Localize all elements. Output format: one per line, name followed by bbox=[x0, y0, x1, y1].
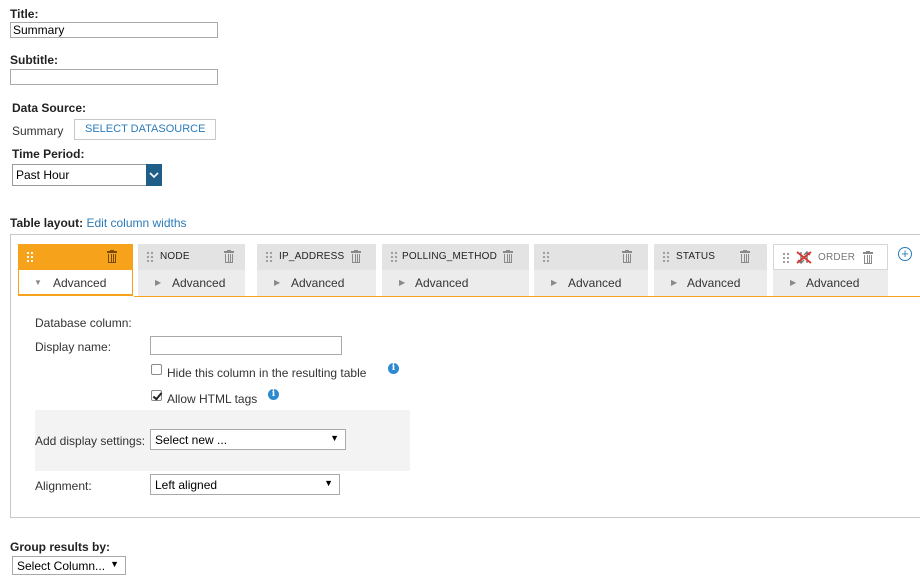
advanced-label: Advanced bbox=[53, 276, 107, 290]
caret-down-icon: ▼ bbox=[330, 433, 339, 443]
add-column-icon[interactable]: + bbox=[898, 247, 912, 261]
caret-right-icon: ▶ bbox=[671, 278, 678, 287]
time-period-label: Time Period: bbox=[12, 147, 85, 161]
column-name: ORDER bbox=[818, 252, 856, 263]
trash-icon[interactable] bbox=[224, 250, 234, 263]
time-period-value: Past Hour bbox=[16, 168, 70, 182]
caret-right-icon: ▶ bbox=[155, 278, 162, 287]
alignment-select[interactable]: Left aligned ▼ bbox=[150, 474, 340, 495]
subtitle-input[interactable] bbox=[10, 69, 218, 85]
column-header-node[interactable]: NODE bbox=[138, 244, 245, 270]
drag-handle-icon[interactable] bbox=[146, 251, 154, 263]
alignment-value: Left aligned bbox=[155, 478, 218, 492]
column-header-status[interactable]: STATUS bbox=[654, 244, 767, 270]
column-header-order[interactable]: ORDER bbox=[773, 244, 888, 270]
subtitle-label: Subtitle: bbox=[10, 53, 58, 67]
allow-html-checkbox[interactable] bbox=[151, 390, 162, 401]
advanced-label: Advanced bbox=[415, 276, 469, 290]
trash-icon[interactable] bbox=[107, 250, 117, 263]
column-advanced-toggle-5[interactable]: ▶ Advanced bbox=[534, 270, 648, 296]
column-name: NODE bbox=[160, 251, 190, 262]
column-header-1[interactable] bbox=[18, 244, 133, 270]
edit-column-widths-link[interactable]: Edit column widths bbox=[86, 216, 186, 230]
trash-icon[interactable] bbox=[622, 250, 632, 263]
caret-down-icon: ▼ bbox=[34, 278, 42, 287]
column-name: POLLING_METHOD bbox=[402, 251, 498, 262]
table-layout-heading: Table layout: Edit column widths bbox=[10, 216, 187, 230]
group-by-select[interactable]: Select Column... ▼ bbox=[12, 556, 126, 575]
caret-down-icon: ▼ bbox=[110, 559, 119, 569]
trash-icon[interactable] bbox=[503, 250, 513, 263]
column-name: IP_ADDRESS bbox=[279, 251, 345, 262]
allow-html-label: Allow HTML tags bbox=[167, 392, 258, 406]
advanced-label: Advanced bbox=[291, 276, 345, 290]
data-source-label: Data Source: bbox=[12, 101, 87, 115]
group-by-value: Select Column... bbox=[17, 559, 106, 573]
column-advanced-toggle-node[interactable]: ▶ Advanced bbox=[138, 270, 245, 296]
chevron-down-icon[interactable] bbox=[146, 164, 162, 186]
column-header-polling-method[interactable]: POLLING_METHOD bbox=[382, 244, 529, 270]
database-column-label: Database column: bbox=[35, 316, 132, 330]
trash-icon[interactable] bbox=[351, 250, 361, 263]
column-advanced-toggle-ip-address[interactable]: ▶ Advanced bbox=[257, 270, 376, 296]
trash-icon[interactable] bbox=[740, 250, 750, 263]
hide-column-label: Hide this column in the resulting table bbox=[167, 366, 367, 380]
display-name-input[interactable] bbox=[150, 336, 342, 355]
column-advanced-toggle-order[interactable]: ▶ Advanced bbox=[773, 270, 888, 296]
select-datasource-button[interactable]: SELECT DATASOURCE bbox=[74, 119, 217, 140]
drag-handle-icon[interactable] bbox=[390, 251, 398, 263]
title-input[interactable] bbox=[10, 22, 218, 38]
advanced-label: Advanced bbox=[687, 276, 741, 290]
advanced-label: Advanced bbox=[172, 276, 226, 290]
column-advanced-toggle-status[interactable]: ▶ Advanced bbox=[654, 270, 767, 296]
column-name: STATUS bbox=[676, 251, 716, 262]
tab-divider bbox=[134, 296, 920, 297]
add-display-settings-label: Add display settings: bbox=[35, 434, 146, 448]
display-settings-value: Select new ... bbox=[155, 433, 228, 447]
caret-right-icon: ▶ bbox=[274, 278, 281, 287]
data-source-value: Summary bbox=[12, 124, 64, 138]
alignment-label: Alignment: bbox=[35, 479, 92, 493]
info-icon[interactable]: i bbox=[388, 363, 399, 374]
drag-handle-icon[interactable] bbox=[782, 252, 790, 264]
column-advanced-toggle-polling-method[interactable]: ▶ Advanced bbox=[382, 270, 529, 296]
column-advanced-toggle-1[interactable]: ▼ Advanced bbox=[18, 270, 133, 296]
hide-column-checkbox[interactable] bbox=[151, 364, 162, 375]
display-settings-select[interactable]: Select new ... ▼ bbox=[150, 429, 346, 450]
drag-handle-icon[interactable] bbox=[265, 251, 273, 263]
title-label: Title: bbox=[10, 7, 39, 21]
drag-handle-icon[interactable] bbox=[542, 251, 550, 263]
group-results-label: Group results by: bbox=[10, 540, 111, 554]
info-icon[interactable]: i bbox=[268, 389, 279, 400]
advanced-label: Advanced bbox=[806, 276, 860, 290]
column-header-ip-address[interactable]: IP_ADDRESS bbox=[257, 244, 376, 270]
drag-handle-icon[interactable] bbox=[662, 251, 670, 263]
table-layout-label: Table layout: bbox=[10, 216, 84, 230]
column-header-5[interactable] bbox=[534, 244, 648, 270]
trash-icon[interactable] bbox=[863, 251, 873, 264]
caret-right-icon: ▶ bbox=[551, 278, 558, 287]
display-name-label: Display name: bbox=[35, 340, 112, 354]
caret-right-icon: ▶ bbox=[399, 278, 406, 287]
caret-right-icon: ▶ bbox=[790, 278, 797, 287]
drag-handle-icon[interactable] bbox=[26, 251, 34, 263]
advanced-label: Advanced bbox=[568, 276, 622, 290]
table-layout-panel: ▼ Advanced NODE ▶ Advanced IP_ADDRESS ▶ … bbox=[10, 234, 920, 518]
caret-down-icon: ▼ bbox=[324, 478, 333, 488]
time-period-select[interactable]: Past Hour bbox=[12, 164, 162, 186]
sort-disabled-icon[interactable] bbox=[796, 251, 812, 264]
